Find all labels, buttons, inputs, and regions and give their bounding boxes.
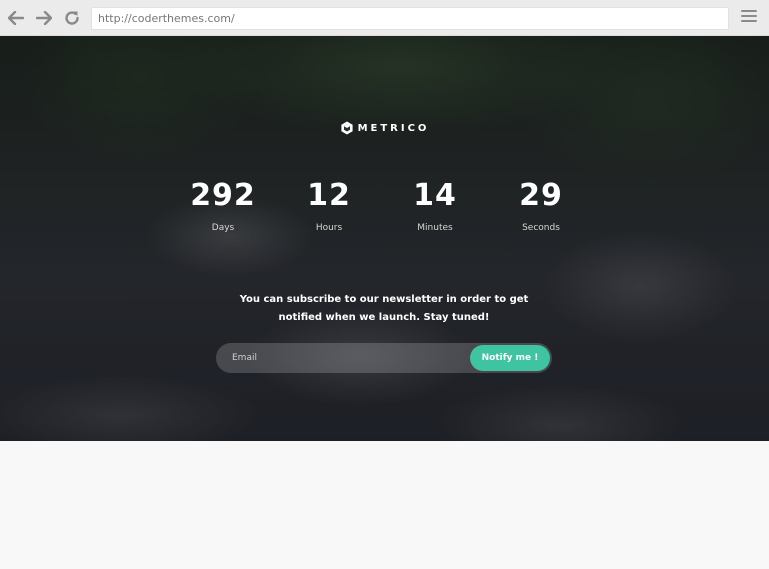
- brand-name: METRICO: [357, 122, 430, 134]
- countdown-value: 12: [307, 178, 351, 213]
- countdown-value: 14: [413, 178, 457, 213]
- newsletter-form: Notify me !: [216, 343, 552, 373]
- email-input[interactable]: [216, 343, 470, 373]
- hero-section: METRICO 292 Days 12 Hours 14 Minutes 29 …: [0, 36, 769, 441]
- browser-toolbar: http://coderthemes.com/: [0, 0, 769, 36]
- countdown-value: 29: [519, 178, 563, 213]
- countdown-minutes: 14 Minutes: [382, 178, 488, 234]
- countdown-value: 292: [190, 178, 256, 213]
- countdown-seconds: 29 Seconds: [488, 178, 594, 234]
- reload-icon[interactable]: [63, 9, 81, 27]
- countdown-label: Seconds: [522, 223, 560, 233]
- url-bar[interactable]: http://coderthemes.com/: [91, 7, 729, 30]
- countdown-label: Minutes: [417, 223, 453, 233]
- newsletter-text: You can subscribe to our newsletter in o…: [239, 294, 529, 323]
- countdown: 292 Days 12 Hours 14 Minutes 29 Seconds: [170, 178, 594, 234]
- arrow-left-icon[interactable]: [7, 9, 25, 27]
- notify-button[interactable]: Notify me !: [470, 345, 550, 371]
- hamburger-menu-icon[interactable]: [741, 10, 757, 26]
- countdown-label: Hours: [315, 223, 343, 233]
- brand-logo[interactable]: METRICO: [0, 121, 769, 135]
- countdown-days: 292 Days: [170, 178, 276, 234]
- page-body: [0, 441, 769, 569]
- arrow-right-icon[interactable]: [35, 9, 53, 27]
- countdown-hours: 12 Hours: [276, 178, 382, 234]
- countdown-label: Days: [211, 223, 235, 233]
- hexagon-logo-icon: [340, 121, 353, 135]
